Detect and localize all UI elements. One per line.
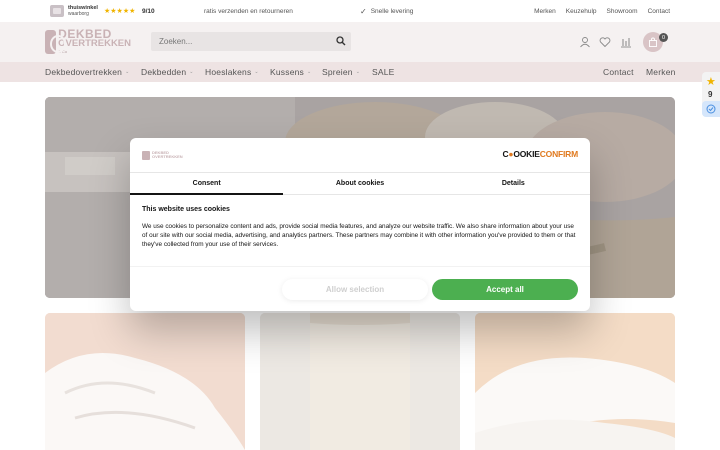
top-links: Merken Keuzehulp Showroom Contact [534,0,670,22]
nav-item-label: Spreien [322,67,353,77]
rating-score: 9/10 [142,7,155,15]
logo-mark-icon [45,29,67,54]
chevron-down-icon: ⌄ [189,69,194,75]
throw-blanket-image [260,313,460,450]
site-logo[interactable]: DEKBED OVERTREKKEN & Co [45,28,131,55]
nav-item-contact[interactable]: Contact [603,62,634,82]
duvet-image [45,313,245,450]
chevron-down-icon: ⌄ [125,69,130,75]
dialog-site-logo: DEKBED OVERTREKKEN [142,149,183,161]
search-icon[interactable] [336,36,346,46]
consent-tabs: Consent About cookies Details [130,172,590,195]
cookie-consent-dialog: DEKBED OVERTREKKEN C●OOKIECONFIRM Consen… [130,138,590,311]
nav-item-label: Kussens [270,67,305,77]
top-link-keuzehulp[interactable]: Keuzehulp [566,8,597,15]
nav-item-label: SALE [372,67,395,77]
logo-line-3: & Co [58,49,68,54]
star-icon: ★ [706,76,716,88]
top-link-merken[interactable]: Merken [534,8,556,15]
fast-delivery-text: Snelle levering [370,7,414,15]
fast-delivery: ✓ Snelle levering [360,0,413,22]
chevron-down-icon: ⌄ [307,69,312,75]
user-icon[interactable] [579,36,591,48]
nav-item-label: Contact [603,67,634,77]
product-tile-kussens[interactable] [475,313,675,450]
consent-heading: This website uses cookies [142,206,230,213]
top-link-showroom[interactable]: Showroom [607,8,638,15]
search-placeholder: Zoeken... [159,37,193,46]
consent-body: This website uses cookies We use cookies… [142,206,578,249]
pillows-image [475,313,675,450]
tab-details[interactable]: Details [437,173,590,194]
free-shipping-text: ratis verzenden en retourneren [204,7,293,15]
logo-mark-icon [142,150,150,160]
allow-selection-button[interactable]: Allow selection [282,279,428,300]
thuiswinkel-logo-icon [50,5,64,17]
dialog-logo-line-2: OVERTREKKEN [152,154,183,159]
tab-consent[interactable]: Consent [130,173,284,195]
nav-item-hoeslakens[interactable]: Hoeslakens ⌄ [205,62,259,82]
chat-icon [706,104,716,114]
nav-item-spreien[interactable]: Spreien ⌄ [322,62,360,82]
logo-line-2: OVERTREKKEN [58,38,131,49]
product-tile-dekbedden[interactable] [45,313,245,450]
top-bar: thuiswinkel waarborg ★★★★★ 9/10 ratis ve… [0,0,720,22]
divider [130,266,590,267]
rating-stars-icon: ★★★★★ [104,8,136,15]
tab-about-cookies[interactable]: About cookies [283,173,436,194]
top-link-contact[interactable]: Contact [648,8,670,15]
thuiswinkel-badge[interactable]: thuiswinkel waarborg [50,0,98,22]
chevron-down-icon: ⌄ [254,69,259,75]
chat-side-widget[interactable] [702,101,720,117]
heart-icon[interactable] [599,36,611,48]
search-input[interactable]: Zoeken... [151,32,351,51]
nav-item-kussens[interactable]: Kussens ⌄ [270,62,311,82]
compare-icon[interactable] [620,36,632,48]
main-nav: Dekbedovertrekken ⌄ Dekbedden ⌄ Hoeslake… [0,62,720,82]
nav-item-dekbedden[interactable]: Dekbedden ⌄ [141,62,194,82]
cookieconfirm-logo: C●OOKIECONFIRM [502,149,578,159]
product-tile-spreien[interactable] [260,313,460,450]
consent-text: We use cookies to personalize content an… [142,223,576,248]
nav-item-label: Dekbedovertrekken [45,67,123,77]
nav-item-label: Merken [646,67,676,77]
checkmark-icon: ✓ [360,6,367,16]
nav-item-sale[interactable]: SALE [372,62,395,82]
cart-count-badge: 0 [659,33,668,42]
chevron-down-icon: ⌄ [355,69,361,75]
side-widget-score: 9 [708,90,713,99]
nav-item-label: Hoeslakens [205,67,252,77]
bag-icon [649,37,657,47]
nav-item-dekbedovertrekken[interactable]: Dekbedovertrekken ⌄ [45,62,130,82]
thuiswinkel-subtitle: waarborg [68,11,89,17]
nav-item-label: Dekbedden [141,67,187,77]
accept-all-button[interactable]: Accept all [432,279,578,300]
nav-item-merken[interactable]: Merken [646,62,676,82]
